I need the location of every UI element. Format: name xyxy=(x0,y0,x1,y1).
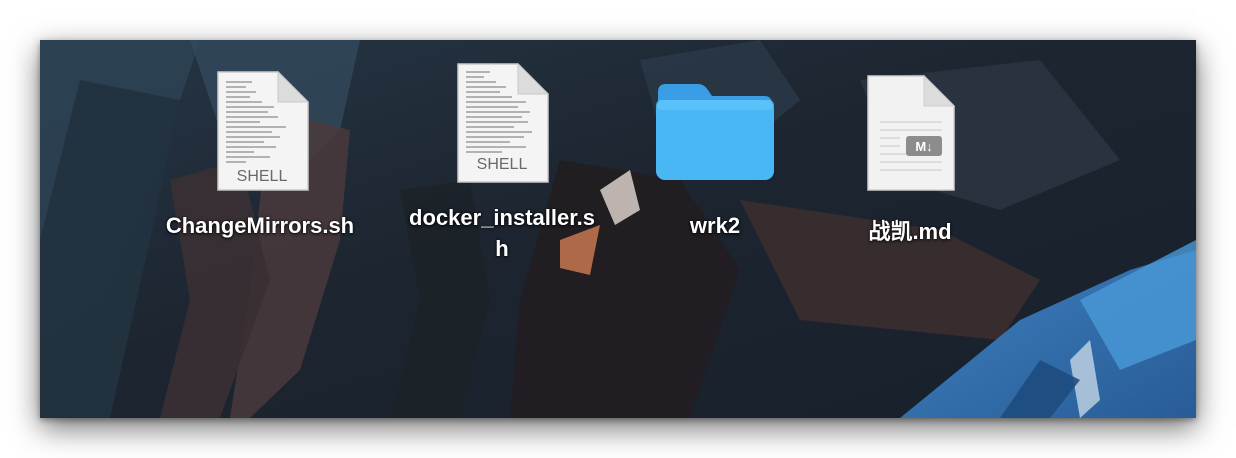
desktop-item-zhankai-md[interactable]: M↓ 战凯.md xyxy=(820,74,1000,254)
desktop: SHELL ChangeMirrors.sh SHELL docker_inst… xyxy=(40,40,1196,418)
shell-document-icon: SHELL xyxy=(217,70,310,191)
desktop-item-label-line-2: h xyxy=(495,236,509,261)
shell-badge: SHELL xyxy=(237,168,288,185)
markdown-badge: M↓ xyxy=(915,139,932,154)
desktop-item-docker-installer[interactable]: SHELL docker_installer.s h xyxy=(392,60,612,270)
shell-document-icon: SHELL xyxy=(457,62,550,183)
desktop-item-label: docker_installer.s h xyxy=(392,202,612,264)
folder-icon xyxy=(656,84,774,180)
desktop-item-changemirrors[interactable]: SHELL ChangeMirrors.sh xyxy=(150,68,370,248)
desktop-item-wrk2[interactable]: wrk2 xyxy=(640,70,790,250)
desktop-item-label: ChangeMirrors.sh xyxy=(165,213,355,238)
shell-badge: SHELL xyxy=(477,156,528,173)
desktop-item-label: 战凯.md xyxy=(868,219,952,244)
desktop-item-label-line-1: docker_installer.s xyxy=(409,205,595,230)
desktop-item-label: wrk2 xyxy=(689,213,741,238)
markdown-document-icon: M↓ xyxy=(867,74,956,191)
